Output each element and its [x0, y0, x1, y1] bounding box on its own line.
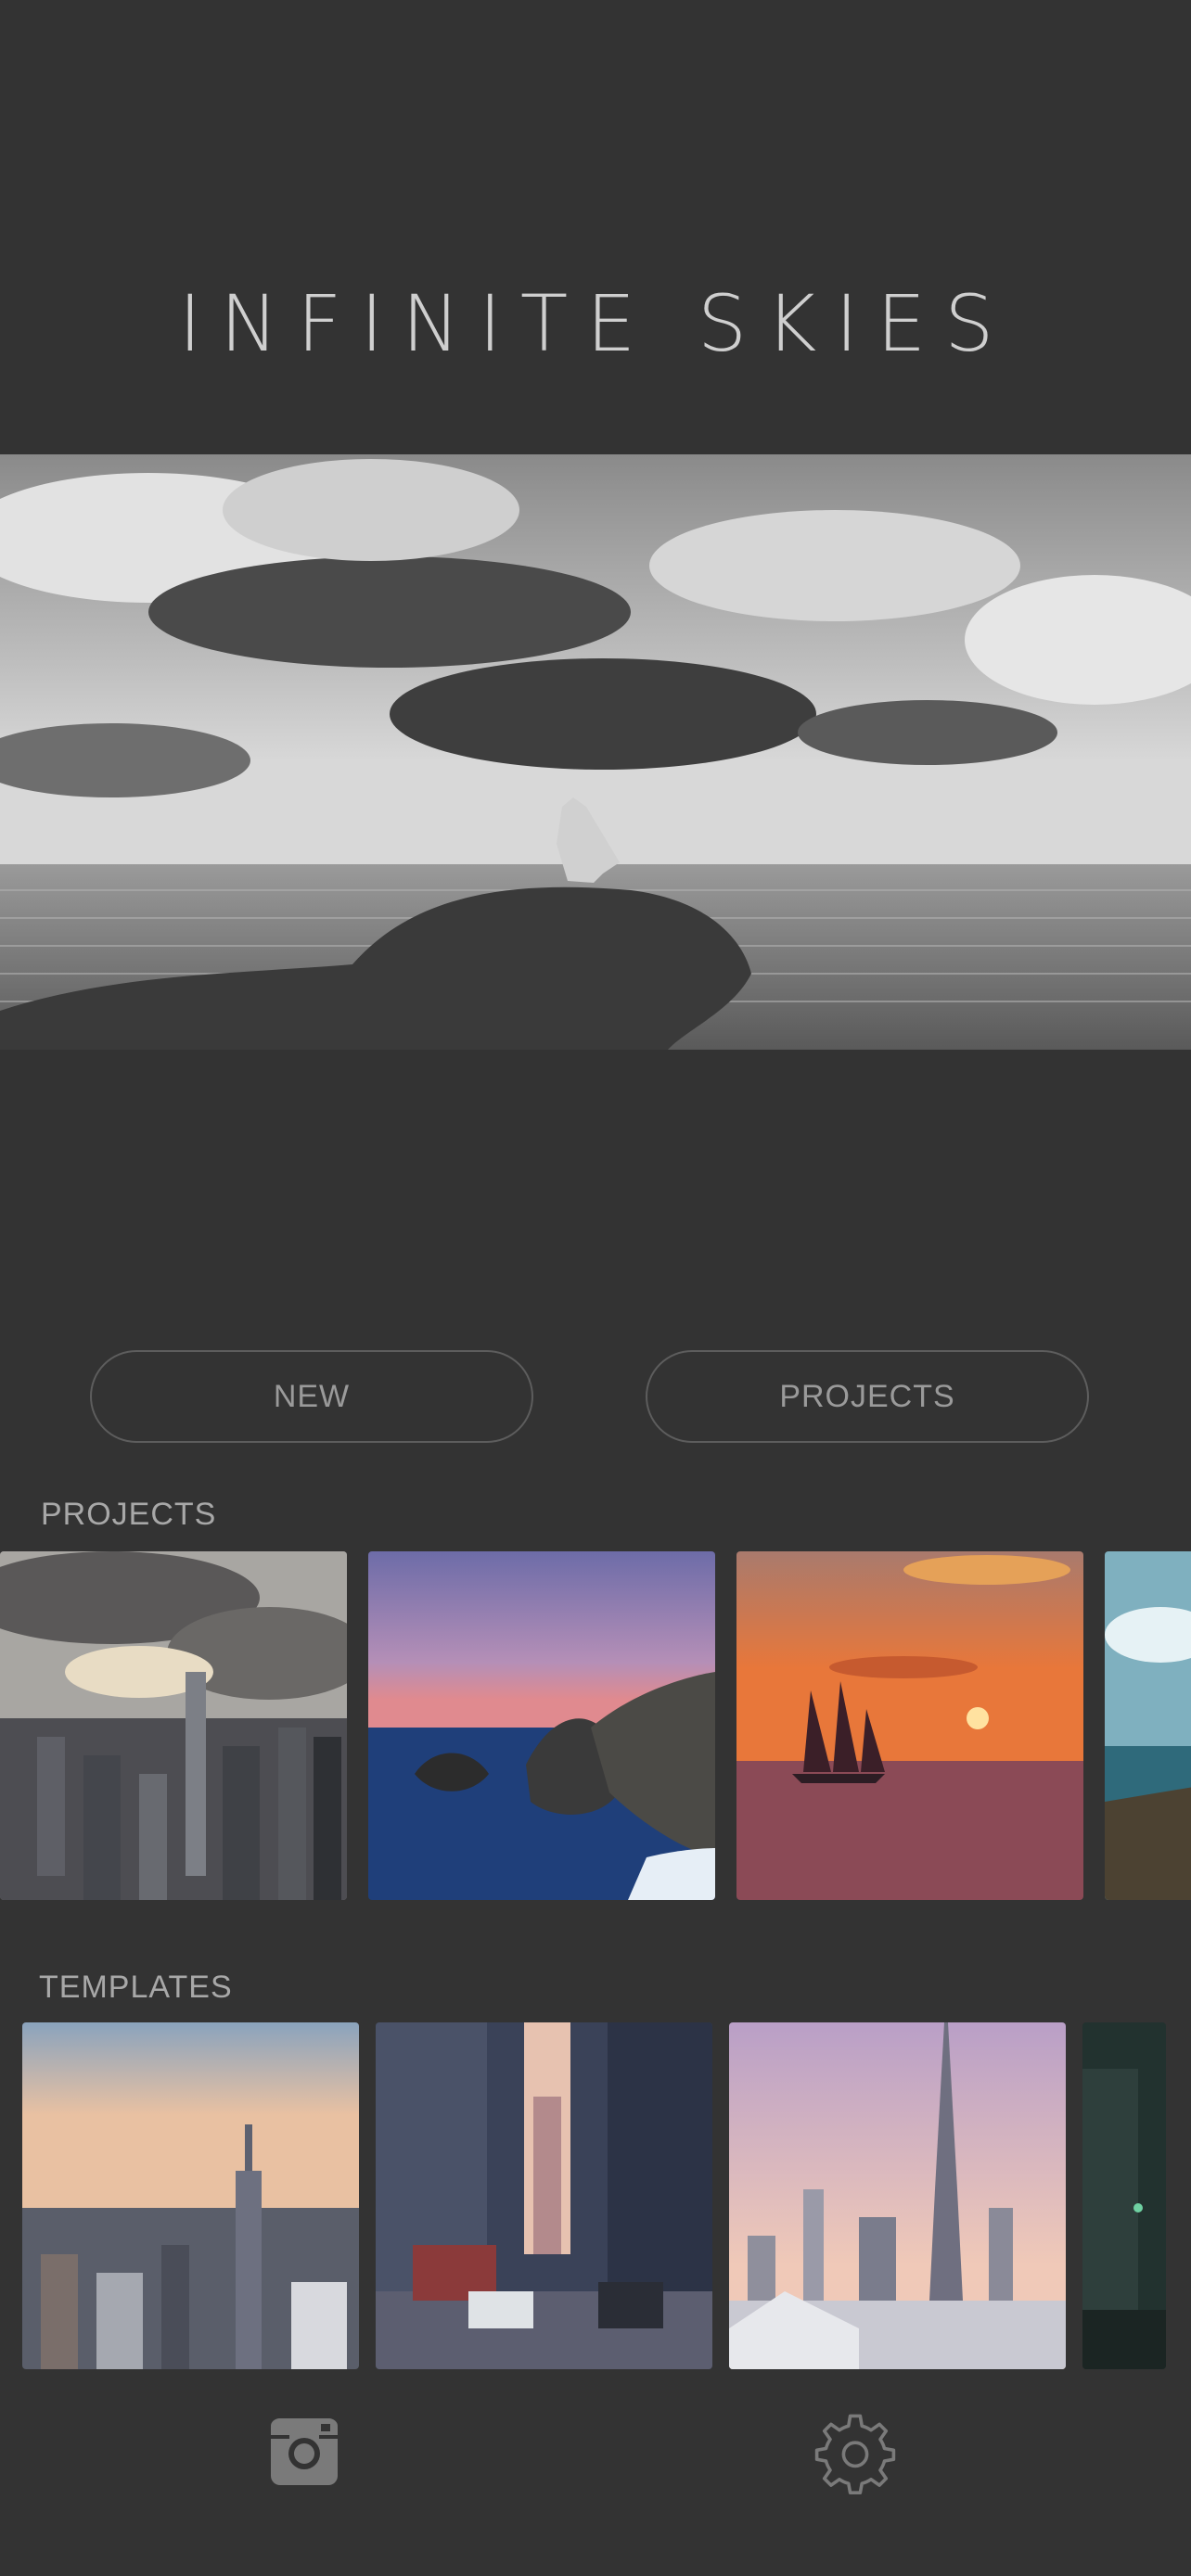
template-thumbnail[interactable] [22, 2022, 359, 2369]
hero-image [0, 454, 1191, 1050]
app-title: INFINITE SKIES [178, 278, 1013, 369]
instagram-icon[interactable] [269, 2417, 339, 2487]
project-thumbnail[interactable] [0, 1551, 347, 1900]
project-thumbnail[interactable] [1105, 1551, 1191, 1900]
template-thumbnail[interactable] [1082, 2022, 1166, 2369]
template-thumbnail[interactable] [729, 2022, 1066, 2369]
new-button[interactable]: NEW [90, 1350, 533, 1443]
template-thumbnail[interactable] [376, 2022, 712, 2369]
project-thumbnail[interactable] [368, 1551, 715, 1900]
project-thumbnail[interactable] [736, 1551, 1083, 1900]
projects-button[interactable]: PROJECTS [646, 1350, 1089, 1443]
projects-section-label: PROJECTS [41, 1497, 217, 1532]
templates-strip[interactable] [0, 2022, 1191, 2369]
gear-icon[interactable] [814, 2414, 896, 2494]
templates-section-label: TEMPLATES [39, 1970, 233, 2005]
projects-strip[interactable] [0, 1551, 1191, 1900]
